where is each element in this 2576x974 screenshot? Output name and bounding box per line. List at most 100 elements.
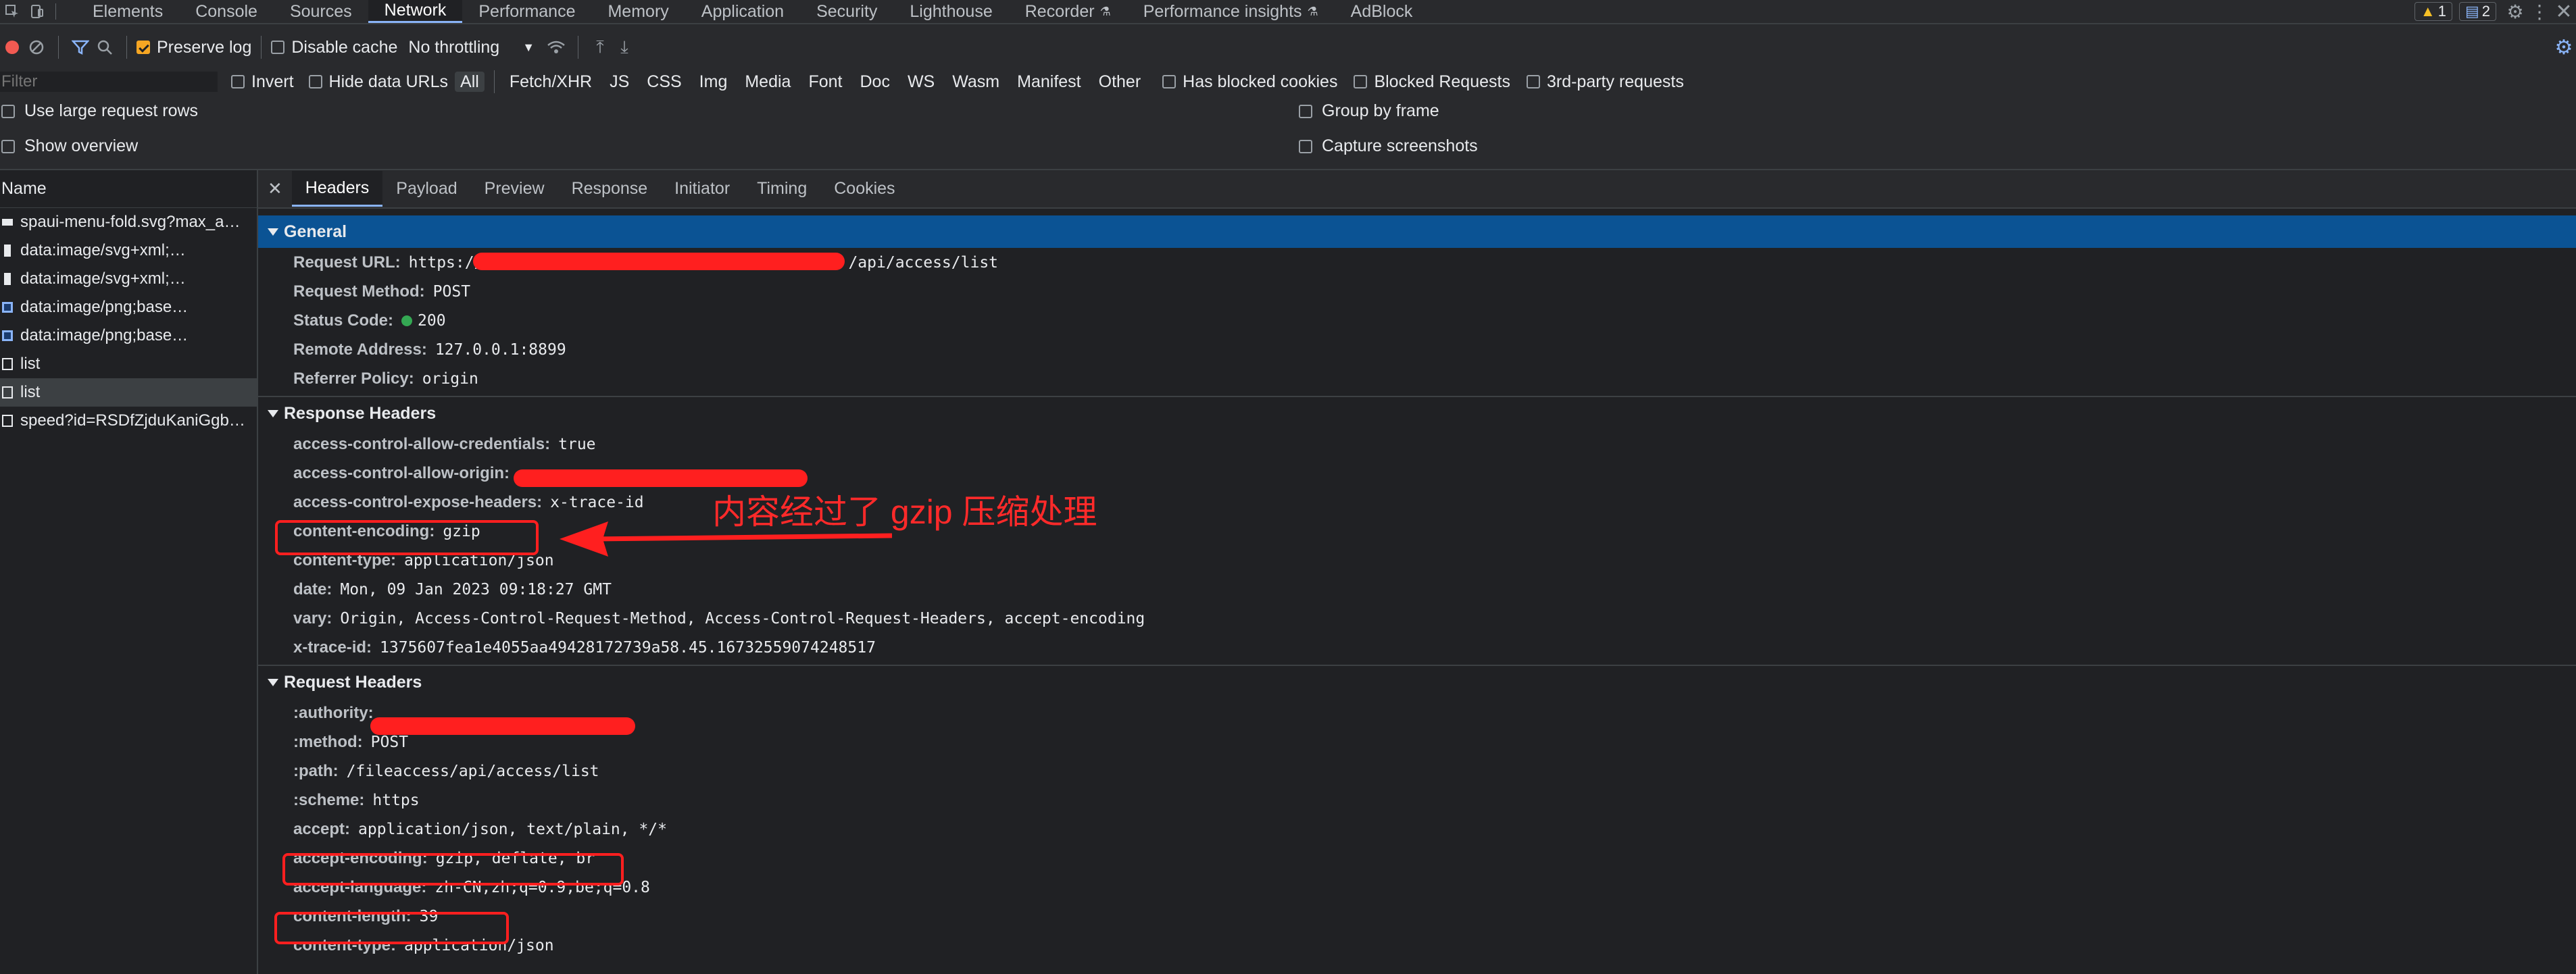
- header-row: accept: application/json, text/plain, */*: [258, 815, 2576, 844]
- third-party-requests-label: 3rd-party requests: [1546, 72, 1684, 91]
- name-column-header[interactable]: Name: [0, 170, 257, 208]
- third-party-requests-check[interactable]: [1526, 75, 1540, 88]
- header-row: content-type: application/json: [258, 931, 2576, 960]
- blocked-requests-checkbox[interactable]: Blocked Requests: [1354, 72, 1510, 92]
- request-row[interactable]: data:image/svg+xml;…: [0, 265, 257, 293]
- capture-screenshots-check[interactable]: [1299, 139, 1312, 153]
- invert-check[interactable]: [231, 75, 245, 88]
- warnings-badge[interactable]: ▲ 1: [2414, 2, 2452, 21]
- filter-type-ws[interactable]: WS: [902, 72, 940, 92]
- messages-badge[interactable]: ▤ 2: [2458, 2, 2496, 21]
- tab-sources[interactable]: Sources: [274, 0, 368, 23]
- filter-type-img[interactable]: Img: [694, 72, 733, 92]
- request-row[interactable]: data:image/png;base…: [0, 293, 257, 322]
- request-name: list: [20, 355, 41, 373]
- has-blocked-cookies-checkbox[interactable]: Has blocked cookies: [1162, 72, 1337, 92]
- has-blocked-cookies-check[interactable]: [1162, 75, 1176, 88]
- request-row[interactable]: spaui-menu-fold.svg?max_a…: [0, 208, 257, 236]
- tab-console[interactable]: Console: [179, 0, 274, 23]
- header-row-content-length: content-length: 39: [258, 902, 2576, 931]
- large-rows-check[interactable]: [1, 104, 15, 118]
- tab-payload[interactable]: Payload: [382, 171, 470, 207]
- filter-type-wasm[interactable]: Wasm: [947, 72, 1005, 92]
- tab-network[interactable]: Network: [368, 0, 463, 23]
- tab-elements[interactable]: Elements: [76, 0, 179, 23]
- tab-performance-insights[interactable]: Performance insights ⚗: [1127, 0, 1335, 23]
- filter-input[interactable]: [0, 72, 218, 92]
- third-party-requests-checkbox[interactable]: 3rd-party requests: [1526, 72, 1684, 92]
- header-key: access-control-expose-headers:: [293, 492, 543, 511]
- header-value: 127.0.0.1:8899: [435, 340, 566, 359]
- document-icon: [2, 386, 13, 399]
- filter-type-fetch-xhr[interactable]: Fetch/XHR: [504, 72, 597, 92]
- filter-type-other[interactable]: Other: [1093, 72, 1147, 92]
- search-icon[interactable]: [93, 36, 117, 59]
- tab-timing[interactable]: Timing: [743, 171, 820, 207]
- close-detail-icon[interactable]: ✕: [258, 171, 292, 207]
- tab-response[interactable]: Response: [558, 171, 662, 207]
- settings-gear-icon[interactable]: ⚙: [2503, 0, 2527, 23]
- close-devtools-icon[interactable]: ✕: [2552, 0, 2576, 23]
- tab-cookies[interactable]: Cookies: [820, 171, 908, 207]
- group-by-frame-checkbox[interactable]: Group by frame: [1299, 101, 1439, 121]
- general-section-header[interactable]: General: [258, 215, 2576, 248]
- filter-type-css[interactable]: CSS: [641, 72, 687, 92]
- invert-checkbox[interactable]: Invert: [231, 72, 294, 92]
- request-row-selected[interactable]: list: [0, 378, 257, 407]
- more-options-icon[interactable]: ⋮: [2527, 0, 2552, 23]
- response-headers-section-header[interactable]: Response Headers: [258, 397, 2576, 430]
- request-row[interactable]: speed?id=RSDfZjduKaniGgb…: [0, 407, 257, 435]
- request-row[interactable]: list: [0, 350, 257, 378]
- tab-performance[interactable]: Performance: [462, 0, 591, 23]
- header-value: /fileaccess/api/access/list: [346, 762, 599, 780]
- filter-type-font[interactable]: Font: [803, 72, 847, 92]
- inspect-element-icon[interactable]: [0, 0, 24, 23]
- filter-type-media[interactable]: Media: [739, 72, 796, 92]
- request-headers-section-header[interactable]: Request Headers: [258, 666, 2576, 698]
- import-har-upload-icon[interactable]: ⤒: [588, 36, 612, 59]
- filter-type-manifest[interactable]: Manifest: [1012, 72, 1086, 92]
- filter-funnel-icon[interactable]: [68, 36, 93, 59]
- invert-label: Invert: [251, 72, 294, 91]
- tab-adblock[interactable]: AdBlock: [1335, 0, 1429, 23]
- preserve-log-checkbox[interactable]: Preserve log: [137, 38, 251, 57]
- filter-type-doc[interactable]: Doc: [854, 72, 895, 92]
- disable-cache-checkbox[interactable]: Disable cache: [271, 38, 397, 57]
- tab-preview[interactable]: Preview: [471, 171, 558, 207]
- show-overview-checkbox[interactable]: Show overview: [1, 136, 138, 156]
- disable-cache-check[interactable]: [271, 41, 285, 54]
- request-headers-title: Request Headers: [284, 672, 422, 692]
- network-settings-gear-icon[interactable]: ⚙: [2552, 36, 2576, 59]
- device-toolbar-icon[interactable]: [24, 0, 49, 23]
- tab-memory[interactable]: Memory: [591, 0, 685, 23]
- network-conditions-wifi-icon[interactable]: [544, 36, 568, 59]
- blocked-requests-check[interactable]: [1354, 75, 1368, 88]
- request-url-suffix: /api/access/list: [848, 253, 999, 272]
- filter-type-js[interactable]: JS: [604, 72, 635, 92]
- large-rows-checkbox[interactable]: Use large request rows: [1, 101, 198, 121]
- hide-data-urls-checkbox[interactable]: Hide data URLs: [308, 72, 448, 92]
- document-icon: [2, 358, 13, 370]
- tab-lighthouse[interactable]: Lighthouse: [893, 0, 1008, 23]
- header-row-referrer-policy: Referrer Policy: origin: [258, 364, 2576, 393]
- export-har-download-icon[interactable]: ⤓: [612, 36, 637, 59]
- tab-security[interactable]: Security: [800, 0, 893, 23]
- record-stop-icon[interactable]: [0, 36, 24, 59]
- tab-headers[interactable]: Headers: [291, 171, 383, 207]
- show-overview-check[interactable]: [1, 139, 15, 153]
- filter-type-all[interactable]: All: [455, 72, 485, 92]
- tab-application[interactable]: Application: [685, 0, 800, 23]
- capture-screenshots-checkbox[interactable]: Capture screenshots: [1299, 136, 1478, 156]
- hide-data-urls-check[interactable]: [308, 75, 322, 88]
- request-row[interactable]: data:image/svg+xml;…: [0, 236, 257, 265]
- toolbar-divider: [261, 36, 262, 59]
- clear-log-icon[interactable]: [24, 36, 49, 59]
- throttling-select[interactable]: No throttling ▼: [408, 38, 535, 57]
- group-by-frame-check[interactable]: [1299, 104, 1312, 118]
- header-row-remote-address: Remote Address: 127.0.0.1:8899: [258, 335, 2576, 364]
- tab-recorder[interactable]: Recorder ⚗: [1009, 0, 1127, 23]
- header-key: access-control-allow-credentials:: [293, 434, 551, 453]
- request-row[interactable]: data:image/png;base…: [0, 322, 257, 350]
- tab-initiator[interactable]: Initiator: [661, 171, 743, 207]
- preserve-log-check[interactable]: [137, 41, 150, 54]
